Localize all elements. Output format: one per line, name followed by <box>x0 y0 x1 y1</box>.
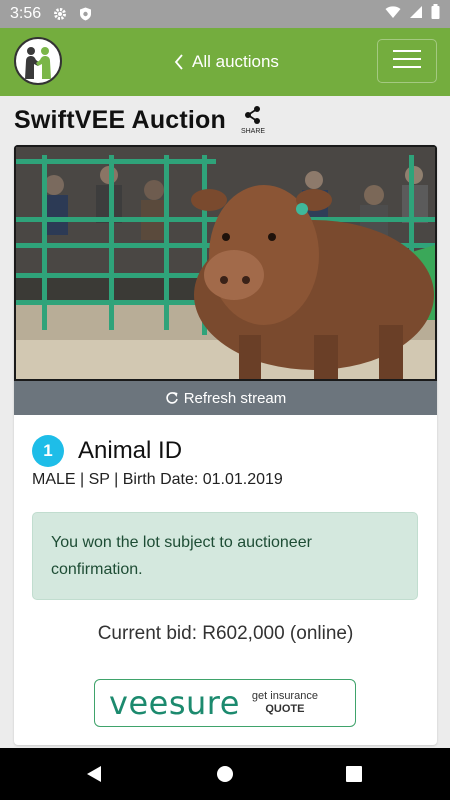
home-circle-icon[interactable] <box>213 762 237 786</box>
shield-icon <box>79 7 92 21</box>
insurance-cta: get insurance QUOTE <box>252 690 318 716</box>
wifi-icon <box>385 5 401 24</box>
lot-card: Refresh stream 1 Animal ID MALE | SP | B… <box>14 145 437 745</box>
cta-line-1: get insurance <box>251 690 318 702</box>
veesure-logo: veesure <box>109 684 240 722</box>
insurance-quote-banner[interactable]: veesure get insurance QUOTE <box>94 679 356 727</box>
lot-details: MALE | SP | Birth Date: 01.01.2019 <box>32 471 283 488</box>
share-button[interactable]: SHARE <box>238 105 268 135</box>
system-nav-bar <box>0 748 450 800</box>
all-auctions-link[interactable]: All auctions <box>174 48 279 76</box>
back-triangle-icon[interactable] <box>82 762 106 786</box>
refresh-icon <box>165 391 179 405</box>
status-time: 3:56 <box>10 5 42 22</box>
win-alert: You won the lot subject to auctioneer co… <box>32 512 418 600</box>
page-title: SwiftVEE Auction <box>14 105 227 134</box>
battery-icon <box>431 4 440 24</box>
menu-button[interactable] <box>377 39 437 83</box>
refresh-stream-label: Refresh stream <box>183 389 287 407</box>
share-icon <box>243 105 263 129</box>
lot-header: 1 Animal ID <box>32 433 182 469</box>
lot-title: Animal ID <box>78 437 183 464</box>
handshake-logo[interactable] <box>14 37 62 85</box>
cta-line-2: QUOTE <box>265 703 305 715</box>
lot-number-badge: 1 <box>32 435 64 467</box>
auction-title-row: SwiftVEE Auction SHARE <box>14 100 268 140</box>
hamburger-menu-icon <box>393 48 421 75</box>
signal-icon <box>409 5 423 24</box>
refresh-stream-button[interactable]: Refresh stream <box>14 381 437 415</box>
app-bar: All auctions <box>0 28 450 96</box>
chevron-left-icon <box>174 54 184 70</box>
gear-icon <box>53 7 67 21</box>
status-bar: 3:56 <box>0 0 450 28</box>
current-bid: Current bid: R602,000 (online) <box>97 623 354 644</box>
share-label: SHARE <box>240 127 266 135</box>
all-auctions-label: All auctions <box>192 52 279 71</box>
recents-square-icon[interactable] <box>342 762 366 786</box>
live-stream-video[interactable] <box>14 145 437 381</box>
